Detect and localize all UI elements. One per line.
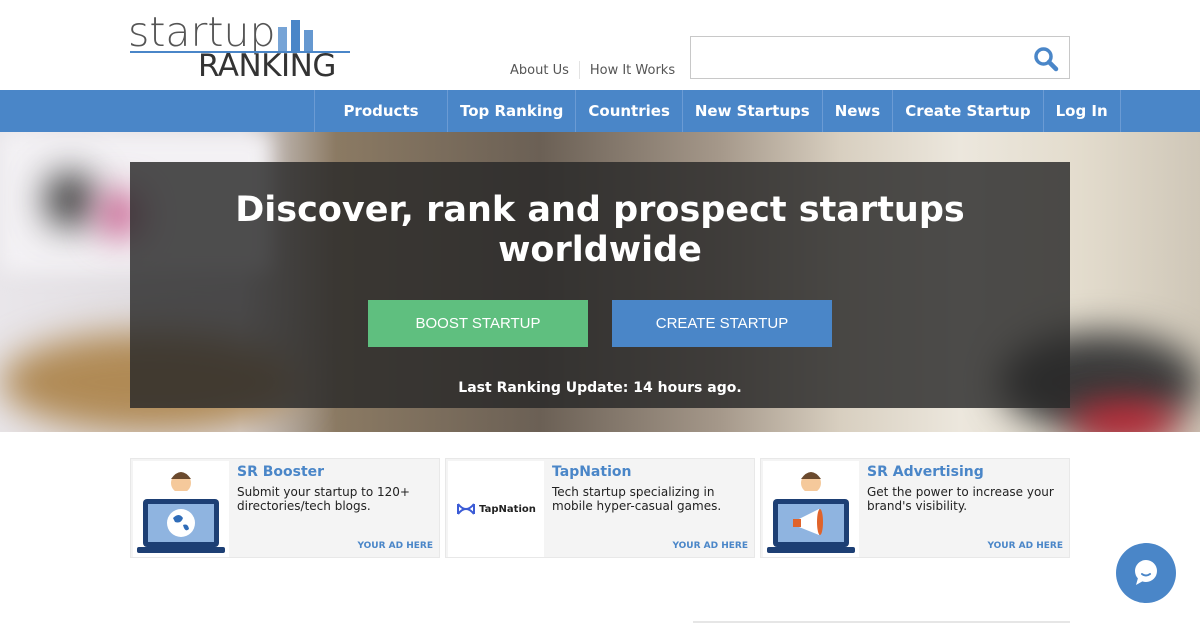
nav-new-startups[interactable]: New Startups	[681, 90, 822, 132]
ad-description: Get the power to increase your brand's v…	[867, 485, 1054, 513]
ad-card[interactable]: SR Booster Submit your startup to 120+ d…	[130, 458, 440, 558]
nav-create-startup[interactable]: Create Startup	[892, 90, 1042, 132]
nav-top-ranking[interactable]: Top Ranking	[447, 90, 575, 132]
laptop-globe-icon	[133, 461, 229, 557]
search-box	[690, 36, 1070, 79]
boost-startup-button[interactable]: BOOST STARTUP	[368, 300, 588, 347]
create-startup-button[interactable]: CREATE STARTUP	[612, 300, 832, 347]
nav-log-in[interactable]: Log In	[1042, 90, 1121, 132]
ad-description: Tech startup specializing in mobile hype…	[552, 485, 722, 513]
chat-button[interactable]	[1116, 543, 1176, 603]
how-it-works-link[interactable]: How It Works	[590, 63, 675, 78]
ad-description: Submit your startup to 120+ directories/…	[237, 485, 410, 513]
nav-products[interactable]: Products	[314, 90, 447, 132]
search-input[interactable]	[691, 37, 1021, 78]
tapnation-logo-text: TapNation	[479, 503, 536, 515]
ad-card[interactable]: SR Advertising Get the power to increase…	[760, 458, 1070, 558]
tapnation-logo: TapNation	[448, 461, 544, 557]
link-divider	[578, 61, 580, 79]
ad-title[interactable]: TapNation	[552, 464, 631, 480]
nav-news[interactable]: News	[821, 90, 893, 132]
hero-title: Discover, rank and prospect startups wor…	[235, 190, 965, 270]
main-nav: Products Top Ranking Countries New Start…	[0, 90, 1200, 132]
chat-bubble-icon	[1135, 560, 1157, 585]
ad-title[interactable]: SR Booster	[237, 464, 324, 480]
ad-row: SR Booster Submit your startup to 120+ d…	[130, 458, 1070, 558]
your-ad-here-link[interactable]: YOUR AD HERE	[987, 541, 1063, 551]
your-ad-here-link[interactable]: YOUR AD HERE	[672, 541, 748, 551]
logo-bottom-text: RANKING	[198, 48, 336, 84]
nav-countries[interactable]: Countries	[575, 90, 681, 132]
top-links: About Us How It Works	[510, 61, 675, 79]
search-icon[interactable]	[1033, 46, 1059, 72]
hero-banner: Discover, rank and prospect startups wor…	[0, 132, 1200, 432]
tapnation-icon	[457, 503, 476, 515]
logo[interactable]: startup RANKING	[128, 8, 353, 84]
ad-title[interactable]: SR Advertising	[867, 464, 984, 480]
logo-bar	[291, 20, 300, 51]
about-us-link[interactable]: About Us	[510, 63, 569, 78]
header: startup RANKING About Us How It Works	[0, 0, 1200, 90]
ad-card[interactable]: TapNation TapNation Tech startup special…	[445, 458, 755, 558]
laptop-megaphone-icon	[763, 461, 859, 557]
hero-overlay: Discover, rank and prospect startups wor…	[130, 162, 1070, 408]
last-update-text: Last Ranking Update: 14 hours ago.	[458, 380, 742, 396]
background-blur	[45, 172, 95, 227]
your-ad-here-link[interactable]: YOUR AD HERE	[357, 541, 433, 551]
